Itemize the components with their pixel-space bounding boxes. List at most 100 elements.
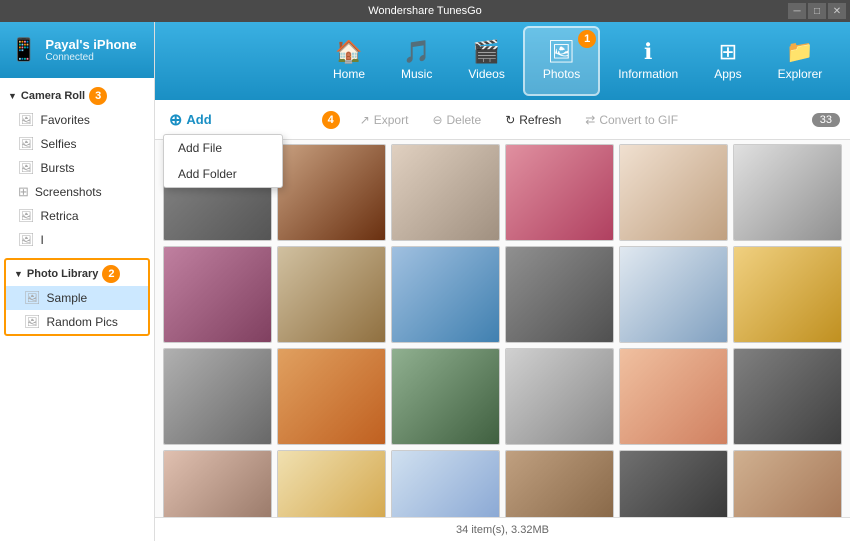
sidebar-item-random-pics[interactable]: 🖼 Random Pics bbox=[6, 310, 148, 334]
photo-cell-12[interactable] bbox=[733, 246, 842, 343]
photo-thumb-20 bbox=[278, 451, 385, 517]
photo-cell-8[interactable] bbox=[277, 246, 386, 343]
photo-row-4 bbox=[163, 450, 842, 517]
sidebar: 📱 Payal's iPhone Connected ▼ Camera Roll… bbox=[0, 22, 155, 541]
photo-thumb-19 bbox=[164, 451, 271, 517]
nav-information[interactable]: ℹ Information bbox=[600, 26, 696, 96]
photo-cell-13[interactable] bbox=[163, 348, 272, 445]
sidebar-item-sample[interactable]: 🖼 Sample bbox=[6, 286, 148, 310]
nav-bar: 🏠 Home 🎵 Music 🎬 Videos 🖼 Photos 1 ℹ Inf… bbox=[155, 22, 850, 100]
sidebar-item-i[interactable]: 🖼 I bbox=[0, 228, 154, 252]
photo-cell-22[interactable] bbox=[505, 450, 614, 517]
nav-music[interactable]: 🎵 Music bbox=[383, 26, 450, 96]
photo-cell-2[interactable] bbox=[277, 144, 386, 241]
photo-cell-20[interactable] bbox=[277, 450, 386, 517]
photo-cell-19[interactable] bbox=[163, 450, 272, 517]
photo-thumb-4 bbox=[506, 145, 613, 240]
add-button[interactable]: ⊕ Add bbox=[165, 108, 216, 132]
photo-cell-6[interactable] bbox=[733, 144, 842, 241]
explorer-icon: 📁 bbox=[786, 41, 813, 63]
photo-thumb-14 bbox=[278, 349, 385, 444]
photo-thumb-17 bbox=[620, 349, 727, 444]
photo-cell-7[interactable] bbox=[163, 246, 272, 343]
photo-thumb-3 bbox=[392, 145, 499, 240]
nav-home[interactable]: 🏠 Home bbox=[315, 26, 383, 96]
app-title: Wondershare TunesGo bbox=[368, 5, 482, 17]
photo-library-section: ▼ Photo Library 2 🖼 Sample 🖼 Random Pics bbox=[4, 258, 150, 336]
delete-icon: ⊖ bbox=[432, 113, 442, 127]
camera-roll-title: ▼ Camera Roll 3 bbox=[0, 82, 154, 108]
photo-row-3 bbox=[163, 348, 842, 445]
device-name: Payal's iPhone bbox=[45, 37, 136, 52]
photo-cell-5[interactable] bbox=[619, 144, 728, 241]
photo-cell-16[interactable] bbox=[505, 348, 614, 445]
photo-library-title: ▼ Photo Library 2 bbox=[6, 260, 148, 286]
toolbar: ⊕ Add Add File Add Folder 4 ↗ Export ⊖ D… bbox=[155, 100, 850, 140]
favorites-icon: 🖼 bbox=[18, 112, 35, 128]
sidebar-item-favorites[interactable]: 🖼 Favorites bbox=[0, 108, 154, 132]
convert-icon: ⇄ bbox=[585, 113, 595, 127]
close-button[interactable]: ✕ bbox=[828, 3, 846, 19]
add-file-item[interactable]: Add File bbox=[164, 135, 282, 161]
delete-button[interactable]: ⊖ Delete bbox=[428, 111, 485, 129]
nav-videos[interactable]: 🎬 Videos bbox=[450, 26, 522, 96]
sample-icon: 🖼 bbox=[24, 290, 41, 306]
photo-thumb-24 bbox=[734, 451, 841, 517]
photo-thumb-13 bbox=[164, 349, 271, 444]
photo-thumb-18 bbox=[734, 349, 841, 444]
step-badge-2: 2 bbox=[102, 265, 120, 283]
photo-cell-9[interactable] bbox=[391, 246, 500, 343]
photo-cell-3[interactable] bbox=[391, 144, 500, 241]
step-badge-1: 1 bbox=[578, 30, 596, 48]
photo-cell-15[interactable] bbox=[391, 348, 500, 445]
photo-thumb-21 bbox=[392, 451, 499, 517]
information-icon: ℹ bbox=[644, 41, 652, 63]
photo-row-2 bbox=[163, 246, 842, 343]
videos-icon: 🎬 bbox=[473, 41, 500, 63]
photo-cell-11[interactable] bbox=[619, 246, 728, 343]
selfies-icon: 🖼 bbox=[18, 136, 35, 152]
sidebar-item-bursts[interactable]: 🖼 Bursts bbox=[0, 156, 154, 180]
status-bar: 34 item(s), 3.32MB bbox=[155, 517, 850, 541]
content-area: ⊕ Add Add File Add Folder 4 ↗ Export ⊖ D… bbox=[155, 100, 850, 541]
nav-apps[interactable]: ⊞ Apps bbox=[696, 26, 759, 96]
photo-cell-23[interactable] bbox=[619, 450, 728, 517]
apps-icon: ⊞ bbox=[719, 41, 737, 63]
sidebar-item-selfies[interactable]: 🖼 Selfies bbox=[0, 132, 154, 156]
photo-thumb-16 bbox=[506, 349, 613, 444]
photo-cell-14[interactable] bbox=[277, 348, 386, 445]
photo-thumb-22 bbox=[506, 451, 613, 517]
count-area: 33 bbox=[812, 113, 840, 127]
nav-toolbox[interactable]: 🧰 Toolbox bbox=[840, 26, 850, 96]
photo-library-arrow: ▼ bbox=[14, 269, 23, 279]
add-folder-item[interactable]: Add Folder bbox=[164, 161, 282, 187]
step-badge-3: 3 bbox=[89, 87, 107, 105]
photo-thumb-6 bbox=[734, 145, 841, 240]
convert-gif-button[interactable]: ⇄ Convert to GIF bbox=[581, 111, 682, 129]
device-icon: 📱 bbox=[10, 37, 37, 63]
export-button[interactable]: ↗ Export bbox=[356, 111, 413, 129]
sidebar-item-screenshots[interactable]: ⊞ Screenshots bbox=[0, 180, 154, 204]
photo-cell-17[interactable] bbox=[619, 348, 728, 445]
device-header: 📱 Payal's iPhone Connected bbox=[0, 22, 154, 78]
maximize-button[interactable]: □ bbox=[808, 3, 826, 19]
photo-cell-18[interactable] bbox=[733, 348, 842, 445]
camera-roll-section: ▼ Camera Roll 3 🖼 Favorites 🖼 Selfies 🖼 … bbox=[0, 78, 154, 256]
photo-thumb-7 bbox=[164, 247, 271, 342]
photo-cell-24[interactable] bbox=[733, 450, 842, 517]
nav-photos[interactable]: 🖼 Photos 1 bbox=[523, 26, 600, 96]
photo-cell-4[interactable] bbox=[505, 144, 614, 241]
photo-cell-10[interactable] bbox=[505, 246, 614, 343]
photo-thumb-5 bbox=[620, 145, 727, 240]
sidebar-item-retrica[interactable]: 🖼 Retrica bbox=[0, 204, 154, 228]
photo-thumb-10 bbox=[506, 247, 613, 342]
photo-thumb-23 bbox=[620, 451, 727, 517]
photo-cell-21[interactable] bbox=[391, 450, 500, 517]
nav-explorer[interactable]: 📁 Explorer bbox=[760, 26, 841, 96]
screenshots-icon: ⊞ bbox=[18, 184, 29, 200]
photo-thumb-11 bbox=[620, 247, 727, 342]
retrica-icon: 🖼 bbox=[18, 208, 35, 224]
refresh-button[interactable]: ↻ Refresh bbox=[501, 111, 565, 129]
photo-grid bbox=[155, 140, 850, 517]
minimize-button[interactable]: ─ bbox=[788, 3, 806, 19]
